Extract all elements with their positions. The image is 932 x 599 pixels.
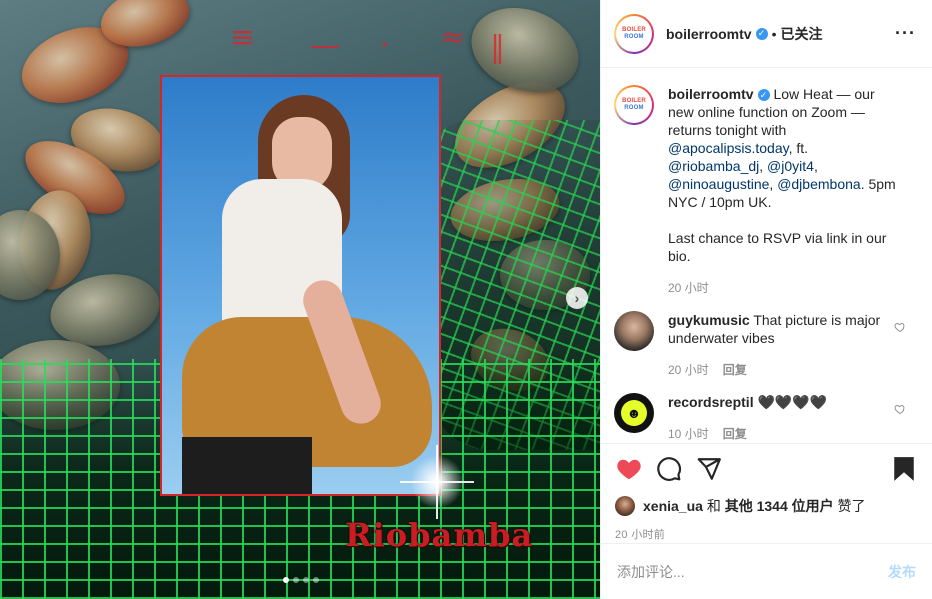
like-comment-heart-icon[interactable] — [894, 403, 906, 415]
commenter-avatar[interactable] — [614, 311, 654, 351]
overlay-title: Riobamba — [345, 516, 534, 554]
account-username[interactable]: boilerroomtv — [666, 26, 752, 42]
instagram-post-view: ≡ — · ≈ ‖ Riobamba › BOILER ROOM boilerr… — [0, 0, 932, 599]
comment-time[interactable]: 20 小时 — [668, 361, 709, 379]
post-header: BOILER ROOM boilerroomtv ✓ • 已关注 ··· — [601, 0, 932, 68]
post-sidebar: BOILER ROOM boilerroomtv ✓ • 已关注 ··· BOI… — [600, 0, 932, 599]
boiler-room-logo: BOILER ROOM — [622, 26, 646, 40]
mention-link[interactable]: @ninoaugustine — [668, 176, 769, 192]
post-media[interactable]: ≡ — · ≈ ‖ Riobamba › — [0, 0, 600, 599]
add-comment-bar: 发布 — [601, 543, 932, 599]
liker-username[interactable]: xenia_ua — [643, 498, 703, 514]
reply-button[interactable]: 回复 — [723, 425, 747, 443]
share-send-icon[interactable] — [695, 455, 723, 483]
mention-link[interactable]: @riobamba_dj — [668, 158, 759, 174]
post-actions: xenia_ua 和 其他 1344 位用户 赞了 20 小时前 — [601, 443, 932, 542]
comments-list[interactable]: BOILER ROOM boilerroomtv ✓ Low Heat — our… — [601, 69, 932, 443]
verified-badge-icon: ✓ — [757, 89, 770, 102]
liker-avatar[interactable] — [615, 496, 635, 516]
caption-text-2: Last chance to RSVP via link in our bio. — [668, 230, 887, 264]
mention-link[interactable]: @j0yit4 — [767, 158, 814, 174]
like-heart-icon[interactable] — [615, 455, 643, 483]
comment-time[interactable]: 10 小时 — [668, 425, 709, 443]
next-slide-button[interactable]: › — [566, 287, 588, 309]
comment-username[interactable]: recordsreptil — [668, 394, 754, 410]
carousel-dot — [313, 577, 319, 583]
comment-input[interactable] — [617, 563, 888, 580]
mention-link[interactable]: @apocalipsis.today — [668, 140, 789, 156]
verified-badge-icon: ✓ — [755, 27, 768, 40]
carousel-dot — [283, 577, 289, 583]
comment-text: 🖤🖤🖤🖤 — [757, 394, 828, 410]
comment-item: ☻ recordsreptil 🖤🖤🖤🖤 10 小时 回复 — [614, 393, 916, 443]
comment-username[interactable]: guykumusic — [668, 312, 750, 328]
boiler-room-logo: BOILER ROOM — [622, 98, 646, 111]
post-timestamp[interactable]: 20 小时前 — [615, 526, 918, 542]
commenter-avatar[interactable]: ☻ — [614, 393, 654, 433]
bookmark-icon[interactable] — [890, 455, 918, 483]
red-glyph-decoration: ≡ — · ≈ ‖ — [230, 20, 523, 65]
carousel-dot — [303, 577, 309, 583]
chevron-right-icon: › — [574, 290, 580, 306]
caption: BOILER ROOM boilerroomtv ✓ Low Heat — our… — [614, 85, 916, 297]
mention-link[interactable]: @djbembona — [777, 176, 861, 192]
post-comment-button[interactable]: 发布 — [888, 562, 916, 582]
others-likes-link[interactable]: 其他 1344 位用户 — [725, 498, 834, 514]
portrait-photo — [160, 75, 441, 496]
carousel-dot — [293, 577, 299, 583]
reply-button[interactable]: 回复 — [723, 361, 747, 379]
caption-avatar[interactable]: BOILER ROOM — [614, 85, 654, 125]
follow-status-button[interactable]: 已关注 — [780, 24, 822, 44]
account-avatar[interactable]: BOILER ROOM — [614, 13, 654, 54]
caption-time[interactable]: 20 小时 — [668, 279, 709, 297]
like-comment-heart-icon[interactable] — [894, 321, 906, 333]
separator-dot: • — [771, 25, 777, 42]
carousel-indicator — [283, 577, 319, 583]
comment-item: guykumusic That picture is major underwa… — [614, 311, 916, 379]
lens-flare — [410, 445, 464, 519]
comment-bubble-icon[interactable] — [655, 455, 683, 483]
likes-summary: xenia_ua 和 其他 1344 位用户 赞了 — [615, 496, 918, 516]
caption-username[interactable]: boilerroomtv — [668, 86, 754, 102]
more-options-icon[interactable]: ··· — [895, 23, 916, 44]
